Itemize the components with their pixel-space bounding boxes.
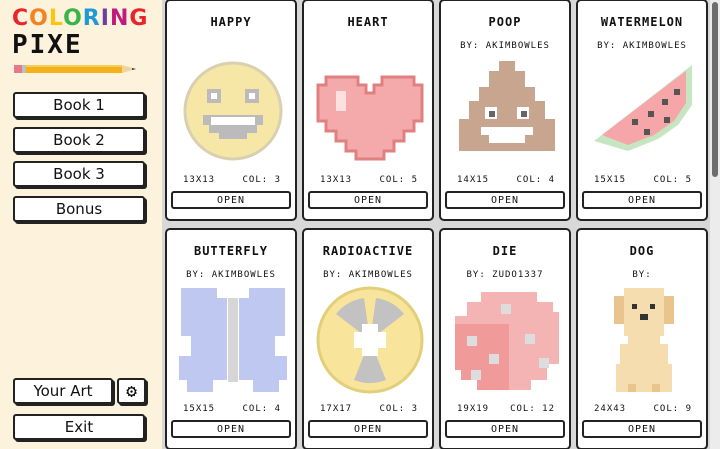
card-author: BY: AKIMBOWLES <box>186 270 276 280</box>
bonus-button[interactable]: Bonus <box>13 196 145 222</box>
card-color-count: COL: 9 <box>653 404 692 414</box>
card-dimensions: 13X13 <box>183 175 216 185</box>
card-title: WATERMELON <box>600 15 684 29</box>
card-color-count: COL: 3 <box>242 175 281 185</box>
card-color-count: COL: 4 <box>242 404 281 414</box>
card-dimensions: 13X13 <box>320 175 353 185</box>
card-preview-radioactive[interactable] <box>314 284 426 396</box>
card-butterfly[interactable]: BUTTERFLY BY: AKIMBOWLES 15X15 COL: 4 OPEN <box>165 228 297 449</box>
card-title: HAPPY <box>210 15 252 29</box>
card-happy[interactable]: HAPPY 13X13 COL: 3 OPEN <box>165 0 297 221</box>
card-title: RADIOACTIVE <box>322 244 414 258</box>
your-art-button[interactable]: Your Art <box>13 378 113 404</box>
card-color-count: COL: 5 <box>653 175 692 185</box>
card-color-count: COL: 4 <box>516 175 555 185</box>
card-author: BY: AKIMBOWLES <box>597 41 687 51</box>
exit-button[interactable]: Exit <box>13 414 145 440</box>
card-radioactive[interactable]: RADIOACTIVE BY: AKIMBOWLES 17X17 COL: 3 OPE… <box>302 228 434 449</box>
app-logo: COLORING PIXE <box>12 6 152 78</box>
card-dimensions: 15X15 <box>594 175 627 185</box>
card-dimensions: 19X19 <box>457 404 490 414</box>
card-color-count: COL: 5 <box>379 175 418 185</box>
logo-subtitle: PIXE <box>12 30 83 60</box>
open-button[interactable]: OPEN <box>582 191 702 209</box>
card-preview-smiley[interactable] <box>177 55 289 167</box>
card-watermelon[interactable]: WATERMELON BY: AKIMBOWLES 15X15 COL: 5 OPEN <box>576 0 708 221</box>
gear-icon: ⚙ <box>126 380 137 402</box>
open-button[interactable]: OPEN <box>308 420 428 438</box>
open-button[interactable]: OPEN <box>582 420 702 438</box>
scroll-thumb[interactable] <box>712 2 718 177</box>
scrollbar[interactable] <box>710 0 720 449</box>
card-dimensions: 17X17 <box>320 404 353 414</box>
logo-title: COLORING <box>12 6 149 31</box>
card-preview-butterfly[interactable] <box>177 284 289 396</box>
card-heart[interactable]: HEART 13X13 COL: 5 OPEN <box>302 0 434 221</box>
pencil-icon <box>14 65 136 73</box>
open-button[interactable]: OPEN <box>445 191 565 209</box>
book-2-button[interactable]: Book 2 <box>13 127 145 153</box>
card-title: HEART <box>347 15 389 29</box>
card-preview-dog[interactable] <box>588 284 700 396</box>
card-title: POOP <box>488 15 522 29</box>
open-button[interactable]: OPEN <box>171 191 291 209</box>
card-die[interactable]: DIE BY: ZUDO1337 19X19 COL: 12 OPEN <box>439 228 571 449</box>
card-poop[interactable]: POOP BY: AKIMBOWLES 14X15 COL: 4 OPEN <box>439 0 571 221</box>
book-1-button[interactable]: Book 1 <box>13 92 145 118</box>
book-3-button[interactable]: Book 3 <box>13 161 145 187</box>
card-preview-watermelon[interactable] <box>588 55 700 167</box>
sidebar: COLORING PIXE Book 1 Book 2 Book 3 Bonus… <box>0 0 162 449</box>
open-button[interactable]: OPEN <box>171 420 291 438</box>
card-dog[interactable]: DOG BY: 24X43 COL: 9 OPEN <box>576 228 708 449</box>
card-author: BY: ZUDO1337 <box>466 270 544 280</box>
card-author: BY: <box>632 270 652 280</box>
open-button[interactable]: OPEN <box>445 420 565 438</box>
card-dimensions: 15X15 <box>183 404 216 414</box>
card-dimensions: 24X43 <box>594 404 627 414</box>
gallery-grid: HAPPY 13X13 COL: 3 OPEN HEART 13X13 COL: 5 OP… <box>162 0 710 449</box>
card-color-count: COL: 12 <box>510 404 555 414</box>
card-preview-poop[interactable] <box>451 55 563 167</box>
card-color-count: COL: 3 <box>379 404 418 414</box>
card-title: DIE <box>492 244 518 258</box>
card-dimensions: 14X15 <box>457 175 490 185</box>
card-author: BY: AKIMBOWLES <box>323 270 413 280</box>
card-author: BY: AKIMBOWLES <box>460 41 550 51</box>
card-title: DOG <box>629 244 655 258</box>
card-title: BUTTERFLY <box>193 244 269 258</box>
open-button[interactable]: OPEN <box>308 191 428 209</box>
card-preview-heart[interactable] <box>314 55 426 167</box>
card-preview-die[interactable] <box>451 284 563 396</box>
settings-button[interactable]: ⚙ <box>117 378 146 404</box>
